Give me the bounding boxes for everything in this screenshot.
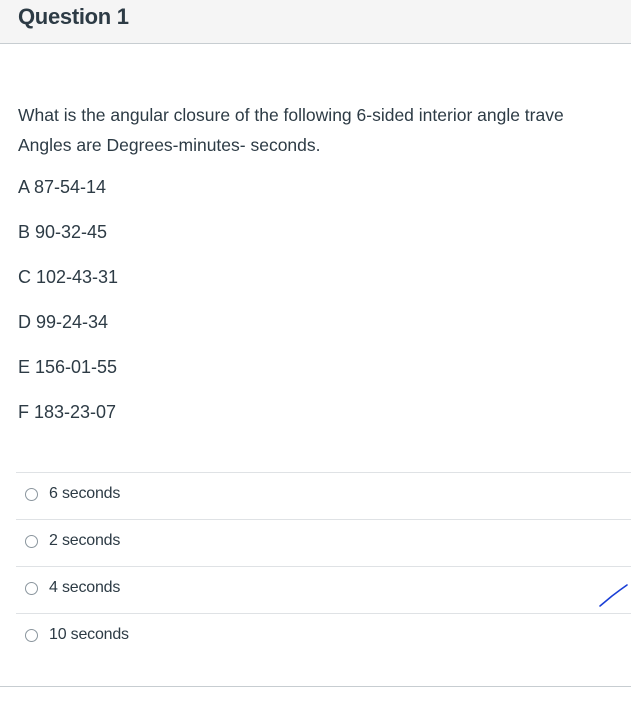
answer-option-2-seconds[interactable]: 2 seconds — [16, 520, 631, 567]
radio-button[interactable] — [25, 535, 38, 548]
answer-option-6-seconds[interactable]: 6 seconds — [16, 473, 631, 520]
question-header: Question 1 — [0, 0, 631, 44]
answer-option-4-seconds[interactable]: 4 seconds — [16, 567, 631, 614]
angle-item-c: C 102-43-31 — [18, 267, 119, 287]
answer-option-10-seconds[interactable]: 10 seconds — [16, 614, 631, 661]
question-title: Question 1 — [18, 4, 129, 29]
question-text-line-2: Angles are Degrees-minutes- seconds. — [18, 135, 321, 155]
radio-button[interactable] — [25, 488, 38, 501]
question-text: What is the angular closure of the follo… — [18, 100, 631, 160]
angle-item-d: D 99-24-34 — [18, 312, 109, 332]
question-text-line-1: What is the angular closure of the follo… — [18, 105, 564, 125]
angle-item-a: A 87-54-14 — [18, 177, 107, 197]
radio-button[interactable] — [25, 582, 38, 595]
angle-item-b: B 90-32-45 — [18, 222, 108, 242]
footer-divider — [0, 686, 631, 687]
radio-button[interactable] — [25, 629, 38, 642]
handwritten-check-mark-icon — [599, 584, 628, 607]
angle-list: A 87-54-14 B 90-32-45 C 102-43-31 D 99-2… — [18, 172, 118, 442]
angle-item-f: F 183-23-07 — [18, 402, 117, 422]
answer-label[interactable]: 6 seconds — [49, 485, 120, 503]
answer-list: 6 seconds 2 seconds 4 seconds 10 seconds — [16, 472, 631, 661]
answer-label[interactable]: 4 seconds — [49, 579, 120, 597]
answer-label[interactable]: 10 seconds — [49, 626, 129, 644]
answer-label[interactable]: 2 seconds — [49, 532, 120, 550]
angle-item-e: E 156-01-55 — [18, 357, 118, 377]
